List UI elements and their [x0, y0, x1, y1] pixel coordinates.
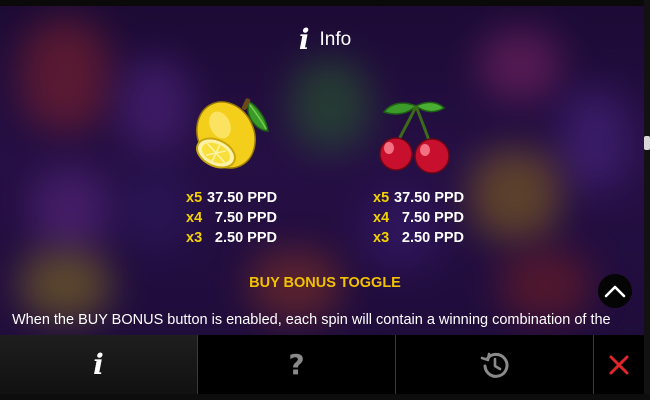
pay-row: x5 37.50 PPD [373, 188, 464, 208]
pay-row: x3 2.50 PPD [186, 228, 277, 248]
payout-amount: 37.50 PPD [207, 190, 278, 206]
scrollbar-track[interactable] [644, 0, 650, 400]
pay-row: x4 7.50 PPD [373, 208, 464, 228]
page-header: i Info [0, 22, 650, 58]
bottom-nav: i ? [0, 335, 644, 394]
tab-info[interactable]: i [0, 335, 198, 394]
page-title: Info [319, 29, 352, 50]
section-description: When the BUY BONUS button is enabled, ea… [12, 312, 617, 333]
tab-history[interactable] [396, 335, 594, 394]
payout-amount: 37.50 PPD [394, 190, 465, 206]
payout-amount: 7.50 PPD [401, 210, 464, 226]
close-icon [609, 355, 629, 374]
multiplier: x5 [186, 190, 203, 206]
pay-row: x5 37.50 PPD [186, 188, 277, 208]
pay-row: x3 2.50 PPD [373, 228, 464, 248]
multiplier: x5 [373, 190, 390, 206]
multiplier: x4 [373, 210, 390, 226]
lemon-paytable: x5 37.50 PPD x4 7.50 PPD x3 2.50 PPD [186, 188, 277, 248]
pay-row: x4 7.50 PPD [186, 208, 277, 228]
scroll-to-top-button[interactable] [598, 274, 632, 308]
scrollbar-thumb[interactable] [644, 136, 650, 150]
cherries-paytable: x5 37.50 PPD x4 7.50 PPD x3 2.50 PPD [373, 188, 464, 248]
chevron-up-icon [604, 285, 626, 298]
info-icon: i [298, 23, 310, 56]
section-title: BUY BONUS TOGGLE [249, 275, 401, 291]
payout-amount: 2.50 PPD [214, 230, 277, 246]
history-icon [480, 352, 508, 378]
tab-help[interactable]: ? [198, 335, 396, 394]
payout-amount: 2.50 PPD [401, 230, 464, 246]
multiplier: x4 [186, 210, 203, 226]
multiplier: x3 [186, 230, 203, 246]
bottom-edge [0, 394, 650, 400]
cherries-icon [379, 101, 450, 174]
info-icon: i [93, 348, 104, 381]
lemon-icon [196, 98, 269, 169]
close-button[interactable] [594, 335, 644, 394]
payout-amount: 7.50 PPD [214, 210, 277, 226]
top-edge [0, 0, 650, 6]
info-screen: i Info x5 37.50 PPD x4 7.50 PPD x3 2.50 … [0, 0, 650, 400]
question-icon: ? [288, 348, 305, 381]
multiplier: x3 [373, 230, 390, 246]
